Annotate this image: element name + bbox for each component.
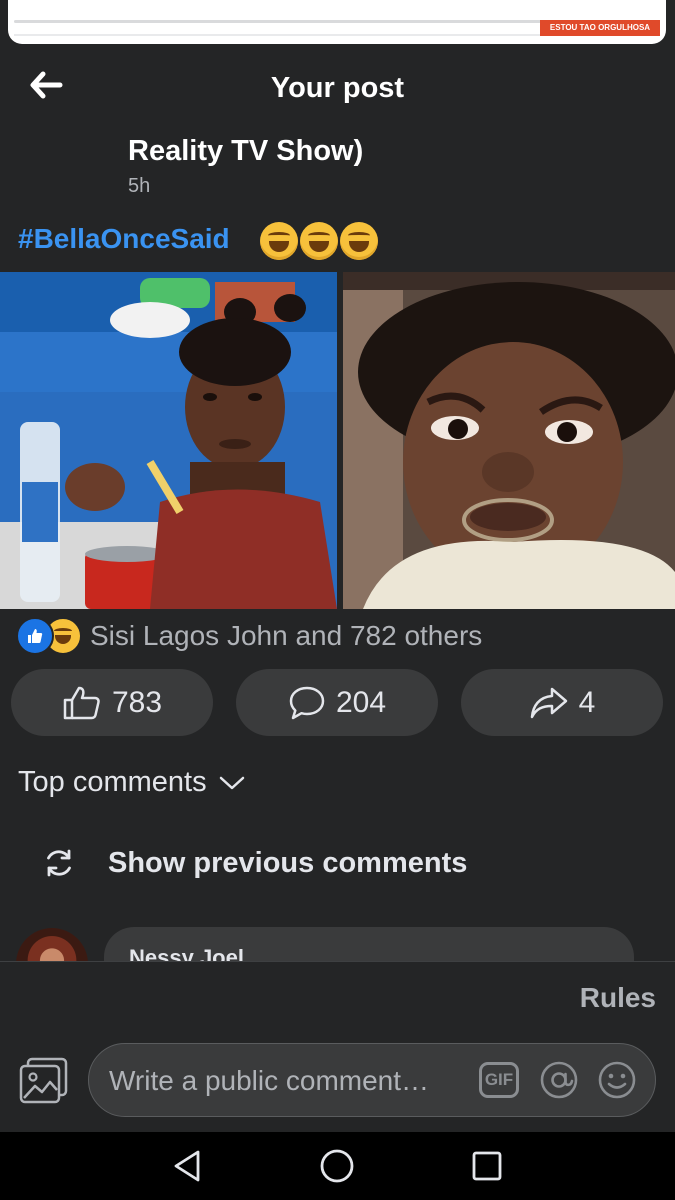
- previous-post-card: ESTOU TAO ORGULHOSA: [8, 0, 666, 44]
- composer-divider: [0, 961, 675, 962]
- comment-input-placeholder: Write a public comment…: [109, 1065, 430, 1096]
- comment-bubble[interactable]: Nessy Joel: [104, 927, 634, 962]
- at-sign-icon: [540, 1061, 578, 1099]
- laughing-emoji-icon: [260, 222, 298, 260]
- circle-home-icon: [320, 1149, 354, 1183]
- chevron-down-icon: [219, 776, 244, 789]
- nav-back-button[interactable]: [168, 1146, 208, 1186]
- triangle-back-icon: [174, 1150, 200, 1182]
- nav-home-button[interactable]: [317, 1146, 357, 1186]
- square-recents-icon: [472, 1151, 502, 1181]
- comment-item: Nessy Joel: [0, 920, 675, 962]
- share-button[interactable]: 4: [461, 669, 663, 736]
- reactions-summary[interactable]: Sisi Lagos John and 782 others: [16, 617, 482, 655]
- photo-gallery-icon: [19, 1057, 68, 1104]
- share-arrow-icon: [530, 687, 567, 718]
- like-count: 783: [111, 685, 163, 719]
- page-title: Your post: [270, 72, 405, 104]
- attach-photo-button[interactable]: [18, 1056, 70, 1106]
- laughing-emojis: [260, 222, 378, 260]
- comment-button[interactable]: 204: [236, 669, 438, 736]
- commenter-name[interactable]: Nessy Joel: [129, 945, 244, 962]
- like-button[interactable]: 783: [11, 669, 213, 736]
- reactions-names: Sisi Lagos John and 782 others: [90, 620, 483, 651]
- hashtag-link[interactable]: #BellaOnceSaid: [18, 223, 230, 255]
- gif-button[interactable]: GIF: [479, 1062, 519, 1098]
- laughing-emoji-icon: [300, 222, 338, 260]
- show-previous-comments-label: Show previous comments: [108, 846, 468, 879]
- commenter-avatar[interactable]: [16, 928, 88, 962]
- comment-input[interactable]: Write a public comment… GIF: [88, 1043, 656, 1117]
- rules-link[interactable]: Rules: [580, 982, 656, 1014]
- mention-button[interactable]: [539, 1060, 579, 1100]
- like-reaction-icon: [16, 617, 54, 655]
- woman-photo: [0, 272, 337, 609]
- comment-bubble-icon: [289, 686, 325, 719]
- comment-sort-dropdown[interactable]: Top comments: [18, 766, 245, 799]
- nav-recents-button[interactable]: [467, 1146, 507, 1186]
- share-count: 4: [578, 685, 596, 719]
- system-navigation-bar: [0, 1132, 675, 1200]
- refresh-icon: [47, 849, 71, 877]
- smiley-icon: [598, 1061, 636, 1099]
- post-image-right[interactable]: [343, 272, 675, 609]
- card-image-caption: ESTOU TAO ORGULHOSA: [540, 20, 660, 36]
- post-author-name[interactable]: Reality TV Show): [128, 135, 363, 168]
- show-previous-comments-button[interactable]: Show previous comments: [42, 846, 467, 880]
- emoji-button[interactable]: [597, 1060, 637, 1100]
- comment-count: 204: [335, 685, 387, 719]
- child-photo: [343, 272, 675, 609]
- post-timestamp[interactable]: 5h: [128, 175, 150, 198]
- laughing-emoji-icon: [340, 222, 378, 260]
- post-image-left[interactable]: [0, 272, 337, 609]
- thumbs-up-icon: [63, 686, 100, 719]
- comment-sort-label: Top comments: [18, 766, 207, 798]
